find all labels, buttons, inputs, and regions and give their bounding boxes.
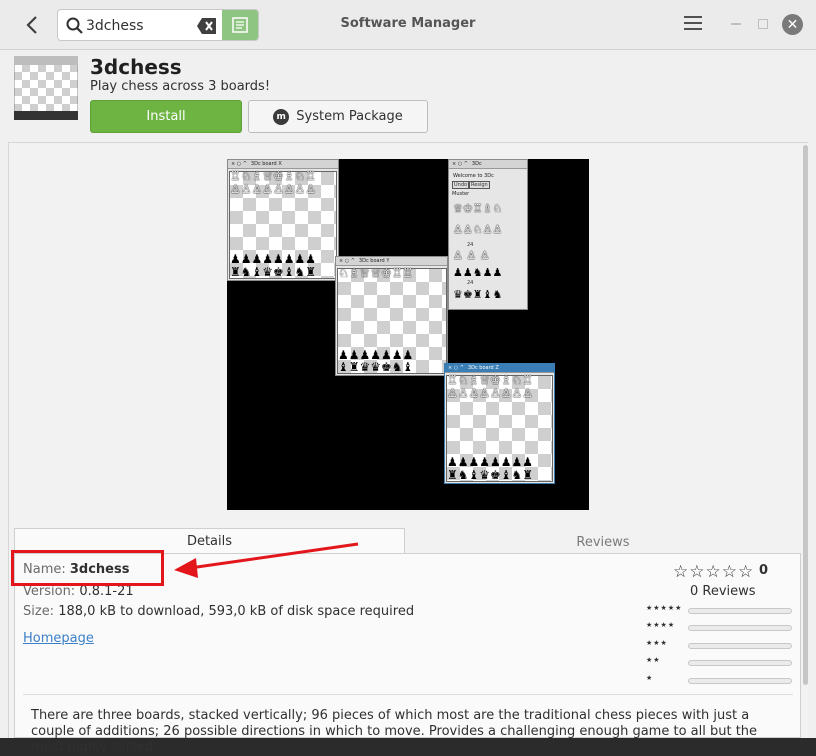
rating-row-2: ★★	[646, 656, 792, 668]
panel-count-2: 24	[467, 280, 474, 286]
undo-button[interactable]: Undo	[452, 181, 470, 189]
software-manager-window: Software Manager ✕ 3dchess Play chess ac…	[0, 0, 816, 755]
rating-row-4-stars: ★★★★	[646, 621, 676, 629]
board-y-white-pieces: ♘♗♕♕♔♖♖	[338, 266, 414, 280]
rating-row-3-bar	[688, 643, 792, 649]
back-button[interactable]	[18, 12, 46, 38]
reviews-count: 0 Reviews	[690, 584, 756, 599]
control-panel-window: ⨯ ○ ^ 3Dc Welcome to 3Dc Undo Resign Mus…	[448, 159, 528, 310]
board-z-window: ⨯ ○ ^ 3Dc board Z ♖♘♗♕♔♗♘♖ ♙♙♙♙♙♙♙♙ ♟♟♟♟…	[444, 363, 555, 484]
version-value: 0.8.1-21	[79, 584, 134, 599]
board-y-title: 3Dc board Y	[358, 258, 390, 264]
rating-row-1: ★	[646, 674, 792, 686]
rating-row-5: ★★★★★	[646, 604, 792, 616]
system-package-button[interactable]: m System Package	[248, 100, 428, 133]
board-x-white-pawns: ♙♙♙♙♙♙♙♙	[230, 182, 317, 196]
rating-row-3-stars: ★★★	[646, 639, 668, 647]
board-y-window: ⨯ ○ ^ 3Dc board Y ♘♗♕♕♔♖♖ ♟♟♟♟♟♟♟ ♝♜♛♛♚♞…	[335, 256, 448, 376]
panel-count-1: 24	[467, 242, 474, 248]
rating-row-5-stars: ★★★★★	[646, 604, 683, 612]
rating-row-3: ★★★	[646, 639, 792, 651]
install-button[interactable]: Install	[90, 100, 242, 133]
panel-white-row-2: ♙♙♘♙♙	[453, 223, 503, 236]
board-z-title: 3Dc board Z	[467, 365, 499, 371]
chevron-left-icon	[26, 16, 37, 34]
rating-row-1-stars: ★	[646, 674, 654, 682]
app-name: 3dchess	[90, 55, 182, 79]
app-description: There are three boards, stacked vertical…	[31, 708, 758, 755]
divider	[23, 694, 793, 695]
panel-label: Muster	[452, 191, 470, 197]
panel-black-row-1: ♟♟♞♟♟	[453, 266, 503, 279]
version-row: Version: 0.8.1-21	[23, 584, 134, 599]
panel-black-row-2: ♛♚♜♝♞	[453, 288, 503, 301]
rating-row-1-bar	[688, 678, 792, 684]
panel-welcome: Welcome to 3Dc	[453, 173, 494, 179]
search-icon	[66, 17, 83, 34]
board-x-black-pieces: ♜♞♝♛♚♝♞♜	[230, 265, 317, 279]
version-label: Version:	[23, 584, 76, 599]
panel-white-row-3: ♙ ♙ ♙	[453, 249, 490, 262]
app-icon	[14, 56, 78, 120]
homepage-link[interactable]: Homepage	[23, 631, 94, 646]
board-x-titlebar: ⨯ ○ ^ 3Dc board X	[228, 160, 338, 169]
size-value: 188,0 kB to download, 593,0 kB of disk s…	[58, 604, 415, 619]
annotation-highlight-box	[11, 550, 164, 586]
rating-row-4-bar	[688, 625, 792, 631]
panel-titlebar: ⨯ ○ ^ 3Dc	[449, 160, 527, 169]
close-icon[interactable]: ✕	[782, 14, 803, 35]
header-bar: Software Manager ✕	[0, 0, 816, 50]
board-x-title: 3Dc board X	[250, 161, 282, 167]
board-y-black-pieces: ♝♜♛♛♚♞♝	[338, 360, 414, 374]
panel-title: 3Dc	[471, 161, 482, 167]
search-box[interactable]	[57, 9, 259, 41]
rating-average: 0	[759, 563, 769, 578]
board-z-black-pieces: ♜♞♝♛♚♝♞♜	[447, 468, 534, 482]
search-options-button[interactable]	[222, 10, 258, 40]
rating-row-4: ★★★★	[646, 621, 792, 633]
search-input[interactable]	[86, 15, 196, 37]
search-list-icon	[232, 17, 248, 33]
system-package-label: System Package	[296, 109, 403, 124]
rating-row-2-stars: ★★	[646, 656, 661, 664]
board-z-white-pawns: ♙♙♙♙♙♙♙♙	[447, 386, 534, 400]
linux-mint-icon: m	[273, 108, 290, 125]
annotation-arrow-icon	[174, 542, 359, 578]
maximize-icon[interactable]	[758, 19, 768, 29]
board-x-window: ⨯ ○ ^ 3Dc board X ♖♘♗♕♔♗♘♖ ♙♙♙♙♙♙♙♙ ♟♟♟♟…	[227, 159, 339, 281]
rating-row-5-bar	[688, 608, 792, 614]
size-label: Size:	[23, 604, 55, 619]
rating-row-2-bar	[688, 660, 792, 666]
tab-reviews[interactable]: Reviews	[405, 532, 801, 554]
minimize-icon[interactable]	[731, 23, 741, 25]
clear-search-icon[interactable]	[196, 17, 218, 35]
hamburger-menu-icon[interactable]	[684, 16, 702, 32]
board-z-titlebar: ⨯ ○ ^ 3Dc board Z	[445, 364, 554, 373]
rating-stars: ☆☆☆☆☆	[673, 562, 755, 582]
app-screenshot: ⨯ ○ ^ 3Dc board X ♖♘♗♕♔♗♘♖ ♙♙♙♙♙♙♙♙ ♟♟♟♟…	[227, 159, 589, 510]
scrollbar[interactable]	[803, 145, 808, 685]
board-y-titlebar: ⨯ ○ ^ 3Dc board Y	[336, 257, 447, 266]
resign-button[interactable]: Resign	[469, 181, 490, 189]
app-summary: Play chess across 3 boards!	[90, 79, 271, 94]
size-row: Size: 188,0 kB to download, 593,0 kB of …	[23, 604, 414, 619]
panel-white-row-1: ♕♔♖♗♘	[453, 202, 503, 215]
